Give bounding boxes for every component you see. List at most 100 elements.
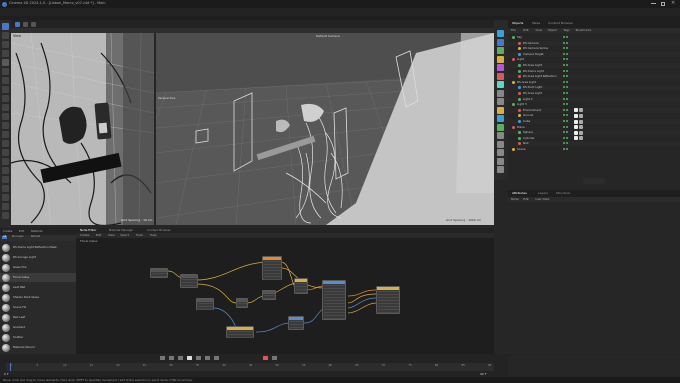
object-tab-objects[interactable]: Objects xyxy=(512,22,523,25)
close-button[interactable]: × xyxy=(671,1,675,6)
node-menu-create[interactable]: Create xyxy=(80,234,89,237)
object-row[interactable]: Scene xyxy=(508,147,680,152)
create-object-icon-15[interactable] xyxy=(497,149,504,156)
object-row[interactable]: RS Dome Light xyxy=(508,69,680,74)
material-tag-icon[interactable] xyxy=(579,125,583,130)
object-row[interactable]: RS Camera Spline xyxy=(508,46,680,51)
attribute-menu-user-data[interactable]: User Data xyxy=(535,198,549,201)
material-filter-default[interactable]: Default xyxy=(31,235,40,239)
object-row[interactable]: Light 2 xyxy=(508,96,680,102)
object-row[interactable]: RS Camera xyxy=(508,40,680,46)
tag-icon[interactable] xyxy=(2,194,9,201)
render-visibility-icon[interactable] xyxy=(566,36,568,38)
edge-mode-icon[interactable] xyxy=(2,50,9,57)
render-visibility-icon[interactable] xyxy=(566,114,568,117)
attribute-menu-edit[interactable]: Edit xyxy=(523,198,528,201)
material-item[interactable]: RS Dome Light Reflection Mask xyxy=(0,243,76,252)
render-visibility-icon[interactable] xyxy=(566,148,568,150)
create-object-icon-11[interactable] xyxy=(497,115,504,122)
visibility-icon[interactable] xyxy=(563,80,565,83)
object-row[interactable]: Sky xyxy=(508,35,680,40)
visibility-icon[interactable] xyxy=(563,120,565,122)
settings-icon[interactable] xyxy=(2,176,9,183)
visibility-icon[interactable] xyxy=(563,131,565,134)
visibility-icon[interactable] xyxy=(563,47,565,50)
object-menu-edit[interactable]: Edit xyxy=(523,29,528,32)
object-menu-view[interactable]: View xyxy=(535,29,542,32)
object-row[interactable]: RS Area Light xyxy=(508,91,680,96)
next-frame-icon[interactable] xyxy=(196,356,201,360)
visibility-icon[interactable] xyxy=(563,52,565,55)
node-menu-edit[interactable]: Edit xyxy=(96,234,101,237)
visibility-icon[interactable] xyxy=(563,108,565,111)
shader-node[interactable] xyxy=(150,268,168,278)
render-visibility-icon[interactable] xyxy=(566,103,568,106)
attribute-tab-structure[interactable]: Structure xyxy=(556,192,570,195)
render-icon[interactable] xyxy=(2,167,9,174)
solo-icon[interactable] xyxy=(2,131,9,138)
render-visibility-icon[interactable] xyxy=(566,131,568,134)
polygon-mode-icon[interactable] xyxy=(2,59,9,66)
visibility-icon[interactable] xyxy=(563,86,565,89)
point-mode-icon[interactable] xyxy=(2,41,9,48)
render-visibility-icon[interactable] xyxy=(566,64,568,66)
material-item[interactable]: Material Stencil xyxy=(0,343,76,352)
cube-icon[interactable] xyxy=(2,32,9,39)
play-icon[interactable] xyxy=(187,356,192,360)
object-row[interactable]: Sphere xyxy=(508,130,680,136)
render-visibility-icon[interactable] xyxy=(566,92,568,94)
create-object-icon-12[interactable] xyxy=(497,123,504,131)
object-menu-bookmarks[interactable]: Bookmarks xyxy=(576,29,592,32)
shader-node[interactable] xyxy=(376,286,400,314)
create-object-icon-17[interactable] xyxy=(497,166,504,173)
object-row[interactable]: Cube xyxy=(508,119,680,124)
material-tag-icon[interactable] xyxy=(574,136,578,141)
render-visibility-icon[interactable] xyxy=(566,142,568,145)
axis-icon[interactable] xyxy=(2,86,9,93)
create-object-icon-13[interactable] xyxy=(497,132,504,139)
go-to-start-icon[interactable] xyxy=(160,356,165,360)
material-item[interactable]: Scatter xyxy=(0,333,76,342)
visibility-icon[interactable] xyxy=(563,114,565,117)
render-visibility-icon[interactable] xyxy=(566,136,568,139)
visibility-icon[interactable] xyxy=(563,64,565,66)
attribute-menu-mode[interactable]: Mode xyxy=(511,198,519,201)
visibility-icon[interactable] xyxy=(563,41,565,44)
shader-node[interactable] xyxy=(236,298,248,308)
create-object-icon-1[interactable] xyxy=(497,30,504,37)
texture-icon[interactable] xyxy=(2,77,9,84)
render-visibility-icon[interactable] xyxy=(566,97,568,100)
object-row[interactable]: RS Area Light xyxy=(508,63,680,68)
create-object-icon-5[interactable] xyxy=(497,64,504,71)
object-row[interactable]: Cylinder xyxy=(508,136,680,141)
object-row[interactable]: Light 3 xyxy=(508,102,680,107)
material-menu-edit[interactable]: Edit xyxy=(19,230,24,233)
render-visibility-icon[interactable] xyxy=(566,108,568,111)
timeline-ruler[interactable]: 051015202530354045505560657075808590 xyxy=(6,363,494,371)
node-editor[interactable] xyxy=(76,228,494,354)
minimize-button[interactable] xyxy=(651,3,656,4)
attribute-tab-attributes[interactable]: Attributes xyxy=(512,192,527,195)
shader-node[interactable] xyxy=(180,274,198,288)
visibility-icon[interactable] xyxy=(563,92,565,94)
lock-icon[interactable] xyxy=(2,122,9,129)
material-tag-icon[interactable] xyxy=(579,119,583,124)
create-object-icon-4[interactable] xyxy=(497,55,504,63)
maximize-button[interactable] xyxy=(661,1,665,6)
previous-frame-icon[interactable] xyxy=(178,356,183,360)
viewport-left[interactable]: View Grid Spacing : 10 cm xyxy=(11,33,154,225)
autokey-icon[interactable] xyxy=(272,356,277,360)
render-visibility-icon[interactable] xyxy=(566,52,568,55)
object-row[interactable]: Ground xyxy=(508,113,680,118)
material-tag-icon[interactable] xyxy=(579,130,583,135)
object-row[interactable]: RS Area Light Reflection xyxy=(508,74,680,80)
end-frame[interactable]: 90 F xyxy=(480,373,487,376)
material-tag-icon[interactable] xyxy=(579,108,583,113)
create-object-icon-9[interactable] xyxy=(497,98,504,105)
previous-key-icon[interactable] xyxy=(169,356,174,360)
object-menu-tags[interactable]: Tags xyxy=(563,29,569,32)
rotate-tool-icon[interactable] xyxy=(31,21,36,27)
visibility-icon[interactable] xyxy=(563,58,565,61)
render-visibility-icon[interactable] xyxy=(566,47,568,50)
object-row[interactable]: Plane xyxy=(508,125,680,130)
